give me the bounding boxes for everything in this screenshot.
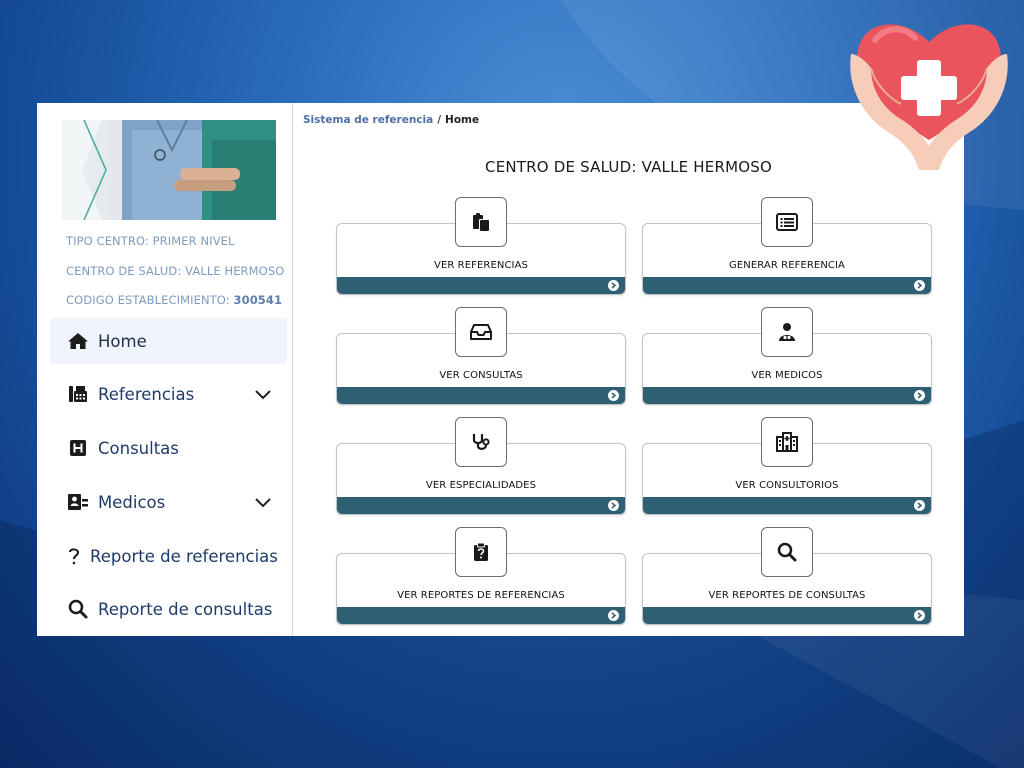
card-ver-medicos[interactable]: VER MEDICOS (642, 307, 932, 405)
breadcrumb-current: Home (445, 114, 480, 126)
codigo-establecimiento: CODIGO ESTABLECIMIENTO: 300541 (66, 293, 282, 307)
card-label: VER REFERENCIAS (434, 260, 528, 271)
stethoscope-icon (455, 417, 507, 467)
arrow-circle-right-icon (608, 500, 619, 511)
card-label: VER CONSULTAS (439, 370, 523, 381)
question-icon (67, 546, 81, 566)
sidebar-item-reporte-referencias[interactable]: Reporte de referencias (50, 533, 287, 579)
tipo-centro-text: TIPO CENTRO: PRIMER NIVEL (66, 234, 235, 248)
sidebar-item-label: Home (98, 331, 147, 351)
card-label: VER REPORTES DE REFERENCIAS (397, 590, 565, 601)
sidebar-item-medicos[interactable]: Medicos (50, 479, 287, 525)
main-content: Sistema de referencia / Home CENTRO DE SAL… (293, 103, 964, 636)
breadcrumb-root-link[interactable]: Sistema de referencia (303, 114, 433, 126)
fax-icon (67, 384, 89, 404)
card-footer (337, 387, 625, 404)
doctors-photo (62, 120, 276, 220)
arrow-circle-right-icon (914, 390, 925, 401)
search-icon (67, 599, 89, 619)
home-icon (67, 331, 89, 351)
chevron-down-icon[interactable] (254, 494, 272, 513)
card-ver-consultas[interactable]: VER CONSULTAS (336, 307, 626, 405)
paste-icon (455, 197, 507, 247)
card-footer (643, 277, 931, 294)
list-alt-icon (761, 197, 813, 247)
sidebar-item-home[interactable]: Home (50, 318, 287, 364)
card-label: VER REPORTES DE CONSULTAS (708, 590, 866, 601)
card-ver-reportes-consultas[interactable]: VER REPORTES DE CONSULTAS (642, 527, 932, 625)
sidebar-item-label: Reporte de referencias (90, 546, 278, 566)
codigo-label: CODIGO ESTABLECIMIENTO: (66, 293, 234, 307)
card-footer (337, 497, 625, 514)
id-card-icon (67, 492, 89, 512)
codigo-value: 300541 (233, 293, 283, 307)
hospital-sign-icon (67, 438, 89, 458)
clipboard-question-icon (455, 527, 507, 577)
card-ver-referencias[interactable]: VER REFERENCIAS (336, 197, 626, 295)
centro-salud-text: CENTRO DE SALUD: VALLE HERMOSO (66, 264, 285, 278)
breadcrumb-separator: / (437, 114, 442, 126)
card-ver-consultorios[interactable]: VER CONSULTORIOS (642, 417, 932, 515)
card-generar-referencia[interactable]: GENERAR REFERENCIA (642, 197, 932, 295)
inbox-icon (455, 307, 507, 357)
arrow-circle-right-icon (608, 280, 619, 291)
card-ver-especialidades[interactable]: VER ESPECIALIDADES (336, 417, 626, 515)
arrow-circle-right-icon (914, 610, 925, 621)
sidebar-item-label: Medicos (98, 492, 166, 512)
sidebar-item-label: Reporte de consultas (98, 599, 273, 619)
sidebar-item-label: Consultas (98, 438, 179, 458)
card-footer (643, 387, 931, 404)
sidebar-item-consultas[interactable]: Consultas (50, 425, 287, 471)
doctor-icon (761, 307, 813, 357)
card-footer (643, 497, 931, 514)
breadcrumb: Sistema de referencia / Home (303, 114, 479, 126)
arrow-circle-right-icon (914, 280, 925, 291)
card-footer (337, 277, 625, 294)
sidebar-item-label: Referencias (98, 384, 195, 404)
arrow-circle-right-icon (608, 610, 619, 621)
card-footer (643, 607, 931, 624)
sidebar-item-reporte-consultas[interactable]: Reporte de consultas (50, 586, 287, 632)
hospital-icon (761, 417, 813, 467)
app-window: TIPO CENTRO: PRIMER NIVEL CENTRO DE SALU… (37, 103, 964, 636)
card-ver-reportes-referencias[interactable]: VER REPORTES DE REFERENCIAS (336, 527, 626, 625)
search-icon (761, 527, 813, 577)
arrow-circle-right-icon (608, 390, 619, 401)
card-label: GENERAR REFERENCIA (728, 260, 846, 271)
arrow-circle-right-icon (914, 500, 925, 511)
chevron-down-icon[interactable] (254, 386, 272, 405)
card-label: VER ESPECIALIDADES (425, 480, 537, 491)
card-label: VER MEDICOS (751, 370, 823, 381)
sidebar-item-referencias[interactable]: Referencias (50, 371, 287, 417)
card-footer (337, 607, 625, 624)
heart-hands-logo (850, 24, 1008, 170)
card-label: VER CONSULTORIOS (735, 480, 839, 491)
sidebar: TIPO CENTRO: PRIMER NIVEL CENTRO DE SALU… (37, 103, 293, 636)
